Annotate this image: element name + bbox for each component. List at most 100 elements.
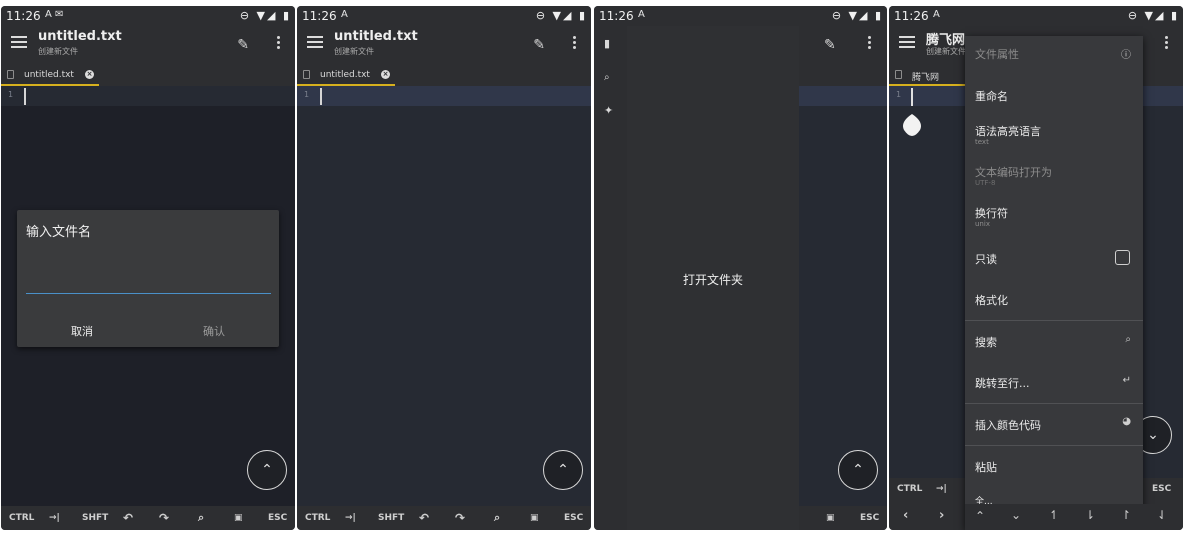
scroll-up-fab[interactable]: ⌃	[838, 450, 878, 490]
notification-icons: A	[341, 9, 348, 20]
ctrl-key[interactable]: CTRL	[9, 513, 34, 523]
filename-input[interactable]	[26, 266, 271, 294]
tab-key-icon[interactable]: →|	[345, 513, 356, 523]
screen-3-drawer: 11:26 A ⊖ ▼◢ ▮ ✎ ⌃ ▣ ESC ▮ ⌕ ✦ 打开文件夹	[594, 6, 887, 530]
more-vert-icon[interactable]	[1165, 36, 1169, 51]
file-tab[interactable]: 腾飞网	[889, 66, 969, 86]
open-folder-button[interactable]: 打开文件夹	[627, 271, 799, 288]
status-time: 11:26	[302, 9, 337, 23]
select-up-icon[interactable]: ↾	[1121, 508, 1131, 522]
shift-key[interactable]: SHFT	[82, 513, 108, 523]
menu-rename[interactable]: 重命名	[965, 78, 1143, 118]
file-tab[interactable]: untitled.txt ×	[1, 66, 99, 86]
status-time: 11:26	[6, 9, 41, 23]
pencil-icon[interactable]: ✎	[533, 37, 545, 53]
tab-bar: untitled.txt ×	[297, 66, 591, 86]
menu-search[interactable]: 搜索 ⌕	[965, 323, 1143, 363]
hamburger-menu-icon[interactable]	[899, 36, 915, 50]
menu-label: 重命名	[975, 90, 1008, 103]
chevron-down-icon[interactable]: ⌄	[1011, 508, 1021, 522]
esc-key[interactable]: ESC	[860, 513, 879, 523]
puzzle-icon[interactable]: ✦	[604, 104, 613, 117]
menu-label: 文件属性	[975, 48, 1019, 61]
arrow-right-icon[interactable]: ›	[939, 508, 944, 523]
shortcut-bar: CTRL →| SHFT ↶ ↷ ⌕ ▣ ESC	[297, 506, 591, 530]
file-tab[interactable]: untitled.txt ×	[297, 66, 395, 86]
read-only-checkbox[interactable]	[1115, 250, 1130, 265]
notification-icons: A	[933, 9, 940, 20]
menu-sub-value: text	[975, 138, 989, 146]
file-icon	[895, 70, 902, 79]
clipboard-icon[interactable]: ▮	[604, 37, 610, 50]
redo-icon[interactable]: ↷	[455, 511, 465, 525]
screen-4-overflow-menu: 11:26 A ⊖ ▼◢ ▮ 腾飞网 创建新文件 腾飞网 1 ⌄ CTRL →|…	[889, 6, 1183, 530]
cursor-handle-icon[interactable]	[900, 106, 924, 136]
redo-icon[interactable]: ↷	[159, 511, 169, 525]
file-icon	[7, 70, 14, 79]
search-icon[interactable]: ⌕	[604, 72, 610, 83]
dialog-title: 输入文件名	[26, 225, 92, 240]
close-tab-icon[interactable]: ×	[381, 70, 390, 79]
save-icon[interactable]: ▣	[530, 513, 539, 523]
menu-paste[interactable]: 粘贴	[965, 448, 1143, 488]
menu-sub-value: UTF-8	[975, 179, 996, 187]
menu-syntax-language[interactable]: 语法高亮语言 text	[965, 118, 1143, 158]
chevron-up-icon[interactable]: ⌃	[975, 509, 985, 523]
search-icon[interactable]: ⌕	[494, 511, 500, 525]
more-vert-icon[interactable]	[868, 36, 872, 49]
menu-label: 插入颜色代码	[975, 419, 1041, 432]
ctrl-key[interactable]: CTRL	[305, 513, 330, 523]
menu-divider	[965, 403, 1143, 404]
ctrl-key[interactable]: CTRL	[897, 484, 922, 494]
app-bar: untitled.txt 创建新文件 ✎	[1, 26, 295, 66]
tab-key-icon[interactable]: →|	[936, 484, 947, 494]
screen-1-new-file-dialog: 11:26 A ✉ ⊖ ▼◢ ▮ untitled.txt 创建新文件 ✎ un…	[1, 6, 295, 530]
cancel-button[interactable]: 取消	[71, 323, 93, 339]
close-tab-icon[interactable]: ×	[85, 70, 94, 79]
save-icon[interactable]: ▣	[234, 513, 243, 523]
menu-insert-color[interactable]: 插入颜色代码 ◕	[965, 406, 1143, 446]
system-icons: ⊖ ▼◢ ▮	[535, 9, 587, 22]
select-end-icon[interactable]: ⇃	[1157, 508, 1167, 522]
save-icon[interactable]: ▣	[826, 513, 835, 523]
select-start-icon[interactable]: ↿	[1049, 508, 1059, 522]
hamburger-menu-icon[interactable]	[307, 36, 323, 50]
tab-bar: untitled.txt ×	[1, 66, 295, 86]
tab-key-icon[interactable]: →|	[49, 513, 60, 523]
menu-label: 搜索	[975, 336, 997, 349]
esc-key[interactable]: ESC	[268, 513, 287, 523]
more-vert-icon[interactable]	[277, 36, 281, 51]
confirm-button[interactable]: 确认	[203, 323, 225, 339]
undo-icon[interactable]: ↶	[123, 511, 133, 525]
select-down-icon[interactable]: ⇂	[1085, 508, 1095, 522]
scroll-up-fab[interactable]: ⌃	[247, 450, 287, 490]
editor-background: ✎ ⌃ ▣ ESC	[799, 26, 887, 530]
pencil-icon[interactable]: ✎	[824, 37, 836, 53]
drawer-panel: 打开文件夹	[627, 26, 799, 530]
search-icon: ⌕	[1125, 334, 1131, 345]
menu-format[interactable]: 格式化	[965, 281, 1143, 321]
file-subtitle: 创建新文件	[38, 47, 78, 56]
editor-area[interactable]: 1	[297, 86, 591, 506]
notification-icons: A	[638, 9, 645, 20]
more-vert-icon[interactable]	[573, 36, 577, 51]
menu-label: 语法高亮语言	[975, 125, 1041, 138]
screen-2-editor: 11:26 A ⊖ ▼◢ ▮ untitled.txt 创建新文件 ✎ unti…	[297, 6, 591, 530]
menu-line-ending[interactable]: 换行符 unix	[965, 200, 1143, 240]
current-line-highlight	[297, 86, 591, 106]
undo-icon[interactable]: ↶	[419, 511, 429, 525]
arrow-left-icon[interactable]: ‹	[903, 508, 908, 523]
esc-key[interactable]: ESC	[1152, 484, 1171, 494]
search-icon[interactable]: ⌕	[198, 511, 204, 525]
shift-key[interactable]: SHFT	[378, 513, 404, 523]
esc-key[interactable]: ESC	[564, 513, 583, 523]
menu-goto-line[interactable]: 跳转至行... ↵	[965, 364, 1143, 404]
text-cursor	[24, 88, 26, 105]
scroll-up-fab[interactable]: ⌃	[543, 450, 583, 490]
hamburger-menu-icon[interactable]	[11, 36, 27, 50]
drawer-rail: ▮ ⌕ ✦	[594, 26, 627, 530]
notification-icons: A ✉	[45, 9, 64, 20]
menu-read-only[interactable]: 只读	[965, 241, 1143, 281]
pencil-icon[interactable]: ✎	[237, 37, 249, 53]
menu-file-properties: 文件属性 ⓘ	[965, 36, 1143, 76]
